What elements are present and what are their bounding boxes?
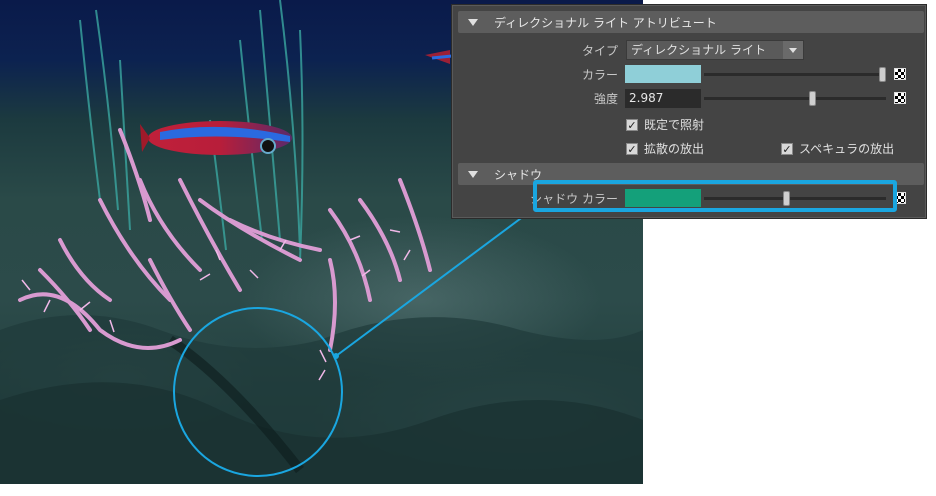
intensity-slider-handle[interactable] [809,91,816,106]
color-label: カラー [581,68,618,82]
emit-diffuse-checkbox[interactable]: ✓ 既定で照射 [626,116,704,133]
chevron-down-icon[interactable] [783,41,803,59]
checker-map-icon[interactable] [894,92,906,104]
intensity-slider-track[interactable] [704,97,886,100]
diffuse-specular-row: ✓ 拡散の放出 ✓ スペキュラの放出 [452,137,926,159]
intensity-row: 強度 2.987 [452,87,926,109]
color-slider-track[interactable] [704,73,886,76]
emit-row: ✓ 既定で照射 [452,113,926,135]
directional-light-section-header[interactable]: ディレクショナル ライト アトリビュート [458,11,924,33]
type-value: ディレクショナル ライト [631,43,766,57]
type-row: タイプ ディレクショナル ライト [452,39,926,61]
diffuse-label: 拡散の放出 [644,142,705,156]
color-row: カラー [452,63,926,85]
specular-checkbox[interactable]: ✓ スペキュラの放出 [781,140,894,157]
color-slider-handle[interactable] [879,67,886,82]
intensity-field[interactable]: 2.987 [625,89,701,108]
triangle-down-icon[interactable] [468,170,478,178]
color-swatch[interactable] [625,65,701,83]
diffuse-checkbox[interactable]: ✓ 拡散の放出 [626,140,704,157]
fish [140,121,292,155]
shadow-color-highlight-box [533,180,897,212]
intensity-label: 強度 [593,92,618,106]
triangle-down-icon[interactable] [468,18,478,26]
check-icon[interactable]: ✓ [626,118,638,131]
check-icon[interactable]: ✓ [626,142,638,155]
type-label: タイプ [581,44,618,58]
checker-map-icon[interactable] [894,68,906,80]
section-title: ディレクショナル ライト アトリビュート [494,15,717,30]
specular-label: スペキュラの放出 [799,142,895,156]
type-dropdown[interactable]: ディレクショナル ライト [626,40,804,60]
check-icon[interactable]: ✓ [781,142,793,155]
emit-diffuse-label: 既定で照射 [644,118,705,132]
